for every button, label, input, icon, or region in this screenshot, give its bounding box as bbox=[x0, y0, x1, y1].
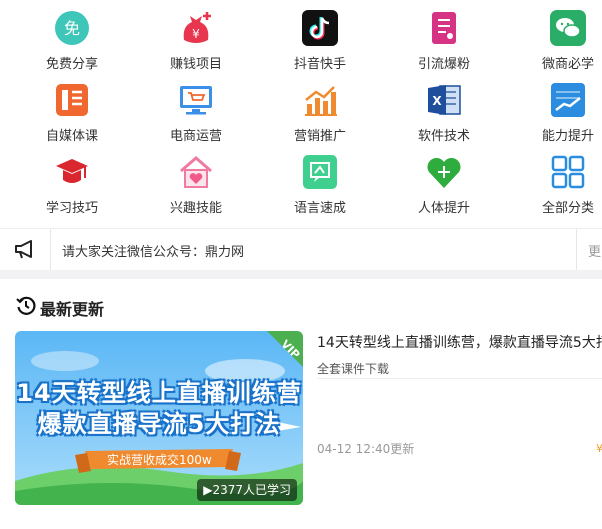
grid-icon bbox=[551, 155, 585, 189]
category-grid: 免 免费分享 ¥ 赚钱项目 抖音快手 引流爆粉 微商必学 自媒体课 电商运营 营… bbox=[0, 0, 602, 226]
notice-text[interactable]: 请大家关注微信公众号：鼎力网 bbox=[62, 241, 244, 260]
wechat-icon bbox=[550, 10, 586, 46]
marketing-chart-icon bbox=[305, 86, 337, 116]
green-heart-icon bbox=[427, 157, 461, 188]
category-traffic[interactable]: 引流爆粉 bbox=[384, 6, 504, 78]
category-money-projects[interactable]: ¥ 赚钱项目 bbox=[136, 6, 256, 78]
category-self-media[interactable]: 自媒体课 bbox=[12, 78, 132, 150]
graduation-cap-icon bbox=[56, 159, 88, 183]
category-free-share[interactable]: 免 免费分享 bbox=[12, 6, 132, 78]
category-label: 学习技巧 bbox=[45, 201, 98, 216]
category-label: 引流爆粉 bbox=[417, 57, 470, 72]
tiktok-icon bbox=[302, 10, 338, 46]
category-label: 电商运营 bbox=[169, 129, 222, 144]
category-label: 自媒体课 bbox=[45, 129, 98, 144]
category-interests[interactable]: 兴趣技能 bbox=[136, 150, 256, 222]
category-all[interactable]: 全部分类 bbox=[508, 150, 602, 222]
category-ability[interactable]: 能力提升 bbox=[508, 78, 602, 150]
category-label: 全部分类 bbox=[541, 201, 594, 216]
thumb-headline-2: 爆款直播导流5大打法 bbox=[37, 410, 281, 438]
excel-icon: X bbox=[428, 85, 461, 115]
traffic-icon bbox=[432, 12, 456, 44]
category-ecommerce[interactable]: 电商运营 bbox=[136, 78, 256, 150]
divider bbox=[576, 229, 577, 271]
divider bbox=[317, 378, 602, 379]
notice-more-link[interactable]: 更 bbox=[588, 241, 601, 260]
category-label: 抖音快手 bbox=[293, 57, 346, 72]
category-label: 赚钱项目 bbox=[169, 57, 222, 72]
category-study-skills[interactable]: 学习技巧 bbox=[12, 150, 132, 222]
category-label: 软件技术 bbox=[417, 129, 470, 144]
notice-bar: 请大家关注微信公众号：鼎力网 更 bbox=[0, 228, 602, 271]
money-bag-icon: ¥ bbox=[183, 12, 211, 43]
category-label: 营销推广 bbox=[293, 129, 346, 144]
megaphone-icon bbox=[15, 240, 32, 259]
course-title[interactable]: 14天转型线上直播训练营，爆款直播导流5大打法 bbox=[317, 332, 602, 352]
divider bbox=[50, 229, 51, 271]
category-marketing[interactable]: 营销推广 bbox=[260, 78, 380, 150]
category-label: 微商必学 bbox=[541, 57, 594, 72]
svg-text:X: X bbox=[432, 94, 442, 108]
section-title: 最新更新 bbox=[40, 300, 105, 319]
svg-text:免: 免 bbox=[64, 19, 80, 38]
category-douyin-kuaishou[interactable]: 抖音快手 bbox=[260, 6, 380, 78]
heart-house-icon bbox=[180, 156, 212, 188]
category-label: 免费分享 bbox=[45, 57, 98, 72]
media-icon bbox=[56, 84, 88, 116]
category-label: 兴趣技能 bbox=[169, 201, 222, 216]
category-label: 语言速成 bbox=[293, 201, 346, 216]
thumb-headline-1: 14天转型线上直播训练营 bbox=[16, 379, 302, 407]
learners-badge: ▶2377人已学习 bbox=[197, 479, 297, 501]
course-thumbnail[interactable]: 14天转型线上直播训练营 爆款直播导流5大打法 实战营收成交100w VIP ▶… bbox=[15, 331, 303, 505]
ecommerce-icon bbox=[180, 86, 212, 115]
price-icon: ¥ bbox=[596, 442, 602, 455]
chat-frame-icon bbox=[303, 155, 337, 189]
category-wechat-business[interactable]: 微商必学 bbox=[508, 6, 602, 78]
category-label: 人体提升 bbox=[417, 201, 470, 216]
history-clock-icon bbox=[16, 296, 36, 315]
category-label: 能力提升 bbox=[541, 129, 594, 144]
category-body-improve[interactable]: 人体提升 bbox=[384, 150, 504, 222]
svg-text:¥: ¥ bbox=[192, 27, 200, 41]
free-icon: 免 bbox=[55, 11, 89, 45]
thumb-ribbon-text: 实战营收成交100w bbox=[107, 453, 212, 467]
growth-icon bbox=[551, 83, 585, 117]
category-language[interactable]: 语言速成 bbox=[260, 150, 380, 222]
category-software[interactable]: X 软件技术 bbox=[384, 78, 504, 150]
course-update-time: 04-12 12:40更新 bbox=[317, 442, 415, 456]
section-divider bbox=[0, 270, 602, 279]
course-subtitle: 全套课件下载 bbox=[317, 362, 390, 376]
